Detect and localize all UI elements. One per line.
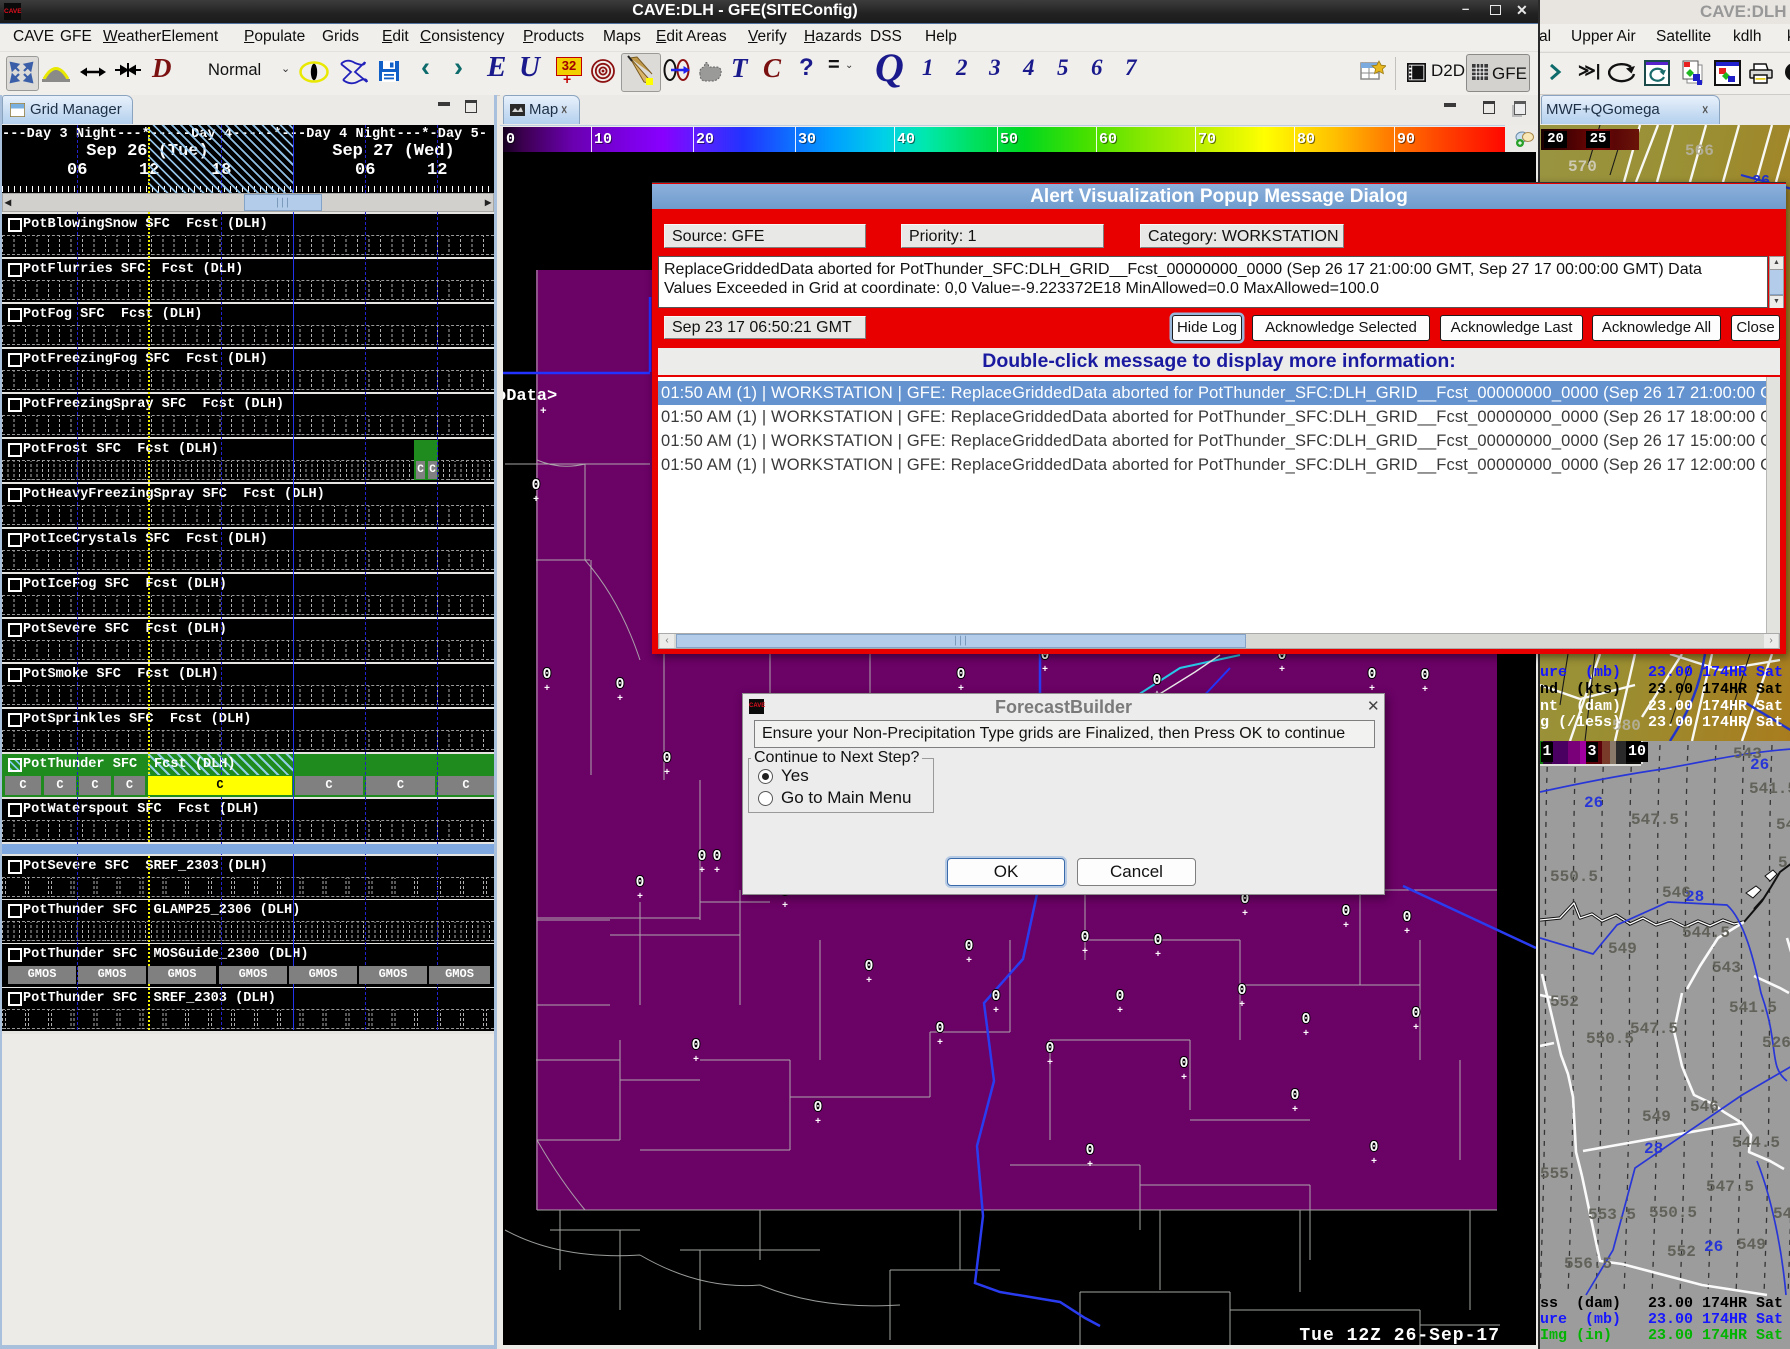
svg-text:+: + (1242, 909, 1248, 920)
svg-text:0: 0 (1238, 983, 1247, 999)
svg-text:+: + (1404, 927, 1410, 938)
svg-text:+: + (1292, 1105, 1298, 1116)
svg-text:0: 0 (865, 959, 874, 975)
svg-text:54: 54 (1773, 1205, 1790, 1223)
svg-text:0: 0 (814, 1100, 823, 1116)
svg-text:556.5: 556.5 (1564, 1255, 1612, 1273)
svg-text:+: + (993, 1006, 999, 1017)
svg-text:0: 0 (1291, 1088, 1300, 1104)
svg-text:+: + (782, 901, 788, 912)
svg-text:552: 552 (1550, 993, 1579, 1011)
svg-text:570: 570 (1568, 158, 1597, 176)
svg-text:0: 0 (1046, 1041, 1055, 1057)
svg-text:26: 26 (1704, 1238, 1723, 1256)
svg-text:0: 0 (532, 478, 541, 494)
svg-text:+: + (533, 495, 539, 506)
svg-text:+: + (1181, 1073, 1187, 1084)
svg-text:541.5: 541.5 (1729, 999, 1777, 1017)
svg-text:541.5: 541.5 (1749, 780, 1790, 798)
svg-text:+: + (1371, 1157, 1377, 1168)
svg-text:552: 552 (1667, 1243, 1696, 1261)
svg-text:0: 0 (692, 1038, 701, 1054)
svg-text:550.5: 550.5 (1586, 1030, 1634, 1048)
svg-text:546: 546 (1690, 1098, 1719, 1116)
svg-text:+: + (617, 694, 623, 705)
svg-text:+: + (966, 956, 972, 967)
svg-text:+: + (1042, 665, 1048, 676)
svg-text:0: 0 (616, 677, 625, 693)
svg-text:+: + (1087, 1160, 1093, 1171)
svg-text:553.5: 553.5 (1588, 1206, 1636, 1224)
svg-text:543: 543 (1712, 959, 1741, 977)
svg-text:547.5: 547.5 (1706, 1178, 1754, 1196)
svg-text:0: 0 (1153, 673, 1162, 689)
svg-text:544.5: 544.5 (1732, 1134, 1780, 1152)
svg-text:+: + (1279, 665, 1285, 676)
svg-text:26: 26 (1584, 794, 1603, 812)
svg-text:547.5: 547.5 (1630, 1020, 1678, 1038)
svg-text:+: + (714, 866, 720, 877)
svg-text:0: 0 (1403, 910, 1412, 926)
svg-text:+: + (815, 1117, 821, 1128)
svg-text:+: + (1155, 950, 1161, 961)
svg-text:+: + (1422, 685, 1428, 696)
svg-text:+: + (1082, 947, 1088, 958)
svg-text:555: 555 (1540, 1165, 1569, 1183)
svg-text:+: + (1303, 1029, 1309, 1040)
svg-text:54: 54 (1776, 816, 1790, 834)
svg-text:+: + (699, 866, 705, 877)
svg-text:0: 0 (1302, 1012, 1311, 1028)
svg-text:0: 0 (1180, 1056, 1189, 1072)
svg-text:0: 0 (1154, 933, 1163, 949)
svg-text:0: 0 (713, 849, 722, 865)
svg-text:+: + (544, 684, 550, 695)
svg-text:0: 0 (1412, 1006, 1421, 1022)
svg-text:+: + (1117, 1006, 1123, 1017)
svg-text:+: + (1047, 1058, 1053, 1069)
svg-text:0: 0 (957, 667, 966, 683)
svg-text:0: 0 (698, 849, 707, 865)
svg-text:549: 549 (1608, 940, 1637, 958)
svg-text:+: + (1413, 1023, 1419, 1034)
svg-text:0: 0 (965, 939, 974, 955)
svg-text:5: 5 (1778, 854, 1788, 872)
svg-text:+: + (937, 1038, 943, 1049)
svg-text:0: 0 (636, 875, 645, 891)
svg-text:0: 0 (1342, 904, 1351, 920)
svg-text:28: 28 (1644, 1140, 1663, 1158)
svg-text:547.5: 547.5 (1631, 811, 1679, 829)
svg-text:526: 526 (1762, 1034, 1790, 1052)
svg-text:+: + (637, 892, 643, 903)
svg-text:+: + (866, 976, 872, 987)
svg-text:+: + (693, 1055, 699, 1066)
svg-text:+: + (540, 406, 547, 418)
svg-text:549: 549 (1737, 1236, 1766, 1254)
svg-text:543: 543 (1733, 745, 1762, 763)
svg-text:0: 0 (1081, 930, 1090, 946)
svg-text:546: 546 (1662, 884, 1691, 902)
svg-text:Tue 12Z 26-Sep-17: Tue 12Z 26-Sep-17 (1299, 1326, 1500, 1345)
svg-text:0: 0 (992, 989, 1001, 1005)
svg-text:550.5: 550.5 (1649, 1204, 1697, 1222)
svg-text:0: 0 (543, 667, 552, 683)
svg-text:+: + (1239, 1000, 1245, 1011)
svg-text:+: + (1343, 921, 1349, 932)
svg-text:0: 0 (1368, 667, 1377, 683)
svg-text:549: 549 (1642, 1108, 1671, 1126)
svg-text:0: 0 (1370, 1140, 1379, 1156)
svg-text:0: 0 (1086, 1143, 1095, 1159)
svg-text:566: 566 (1685, 142, 1714, 160)
svg-text:0: 0 (663, 751, 672, 767)
svg-text:0: 0 (1116, 989, 1125, 1005)
svg-text:0: 0 (1421, 668, 1430, 684)
svg-text:550.5: 550.5 (1550, 868, 1598, 886)
svg-text:+: + (664, 768, 670, 779)
svg-text:544.5: 544.5 (1682, 924, 1730, 942)
svg-text:oData>: oData> (503, 387, 557, 406)
svg-text:0: 0 (936, 1021, 945, 1037)
